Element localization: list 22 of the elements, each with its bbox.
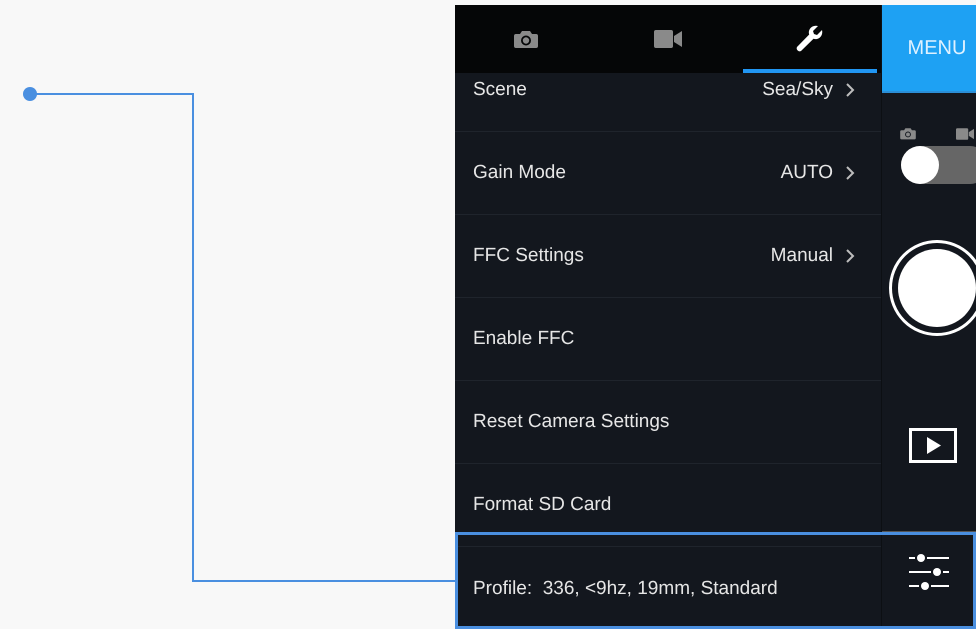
- mode-switch[interactable]: [901, 146, 976, 184]
- sliders-icon[interactable]: [908, 551, 950, 593]
- setting-value: Sea/Sky: [762, 79, 833, 101]
- play-icon[interactable]: [909, 428, 957, 463]
- setting-label: Format SD Card: [473, 494, 612, 516]
- setting-label: Enable FFC: [473, 328, 576, 350]
- setting-label: Reset Camera Settings: [473, 411, 670, 433]
- setting-value: Manual: [770, 245, 833, 267]
- chevron-icon: [845, 82, 855, 98]
- chevron-icon: [845, 165, 855, 181]
- chevron-icon: [845, 248, 855, 264]
- setting-value: AUTO: [780, 162, 833, 184]
- video-camera-icon: [654, 30, 682, 48]
- setting-label: Gain Mode: [473, 162, 567, 184]
- video-camera-icon: [956, 128, 974, 140]
- shutter-button[interactable]: [889, 240, 976, 336]
- camera-icon: [900, 127, 916, 140]
- profile-text: Profile: 336, <9hz, 19mm, Standard: [473, 578, 779, 600]
- camera-icon: [514, 29, 538, 49]
- setting-label: Scene: [473, 79, 528, 101]
- wrench-icon: [795, 24, 825, 54]
- setting-label: FFC Settings: [473, 245, 585, 267]
